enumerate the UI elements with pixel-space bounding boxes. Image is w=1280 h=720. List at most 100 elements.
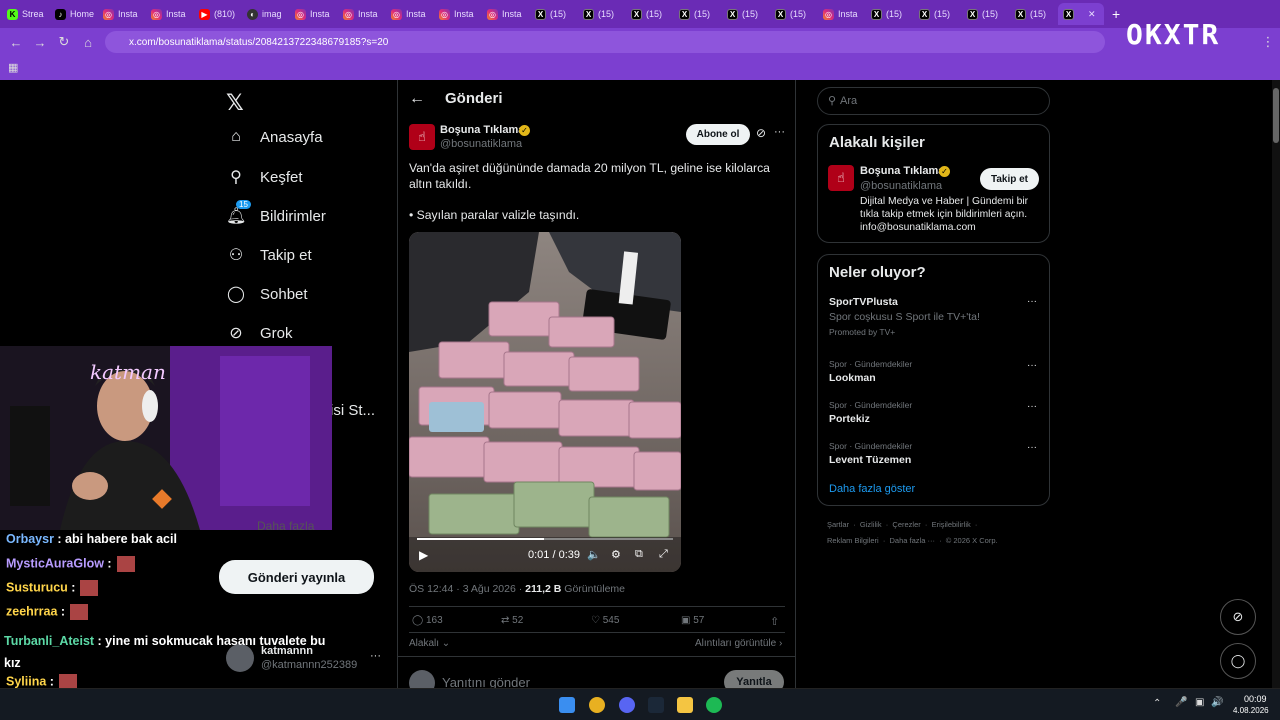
forward-icon[interactable]: → <box>28 30 52 54</box>
steam-icon[interactable] <box>648 697 664 713</box>
play-icon[interactable]: ▶ <box>419 548 428 562</box>
tab-3[interactable]: ◎ Insta <box>146 3 192 25</box>
post-more-icon[interactable]: ··· <box>774 126 785 138</box>
chat-username[interactable]: zeehrraa <box>6 604 57 618</box>
file-explorer-icon[interactable] <box>677 697 693 713</box>
sidebar-item-5[interactable]: ⊘ Grok <box>226 323 292 343</box>
trend-more-icon[interactable]: ··· <box>1027 296 1037 307</box>
sidebar-item-0[interactable]: ⌂ Anasayfa <box>226 128 322 146</box>
post-button[interactable]: Gönderi yayınla <box>219 560 374 594</box>
display-icon[interactable]: ▣ <box>1195 697 1204 708</box>
discord-icon[interactable] <box>619 697 635 713</box>
tab-5[interactable]: ◐ imag <box>242 3 288 25</box>
tab-10[interactable]: ◎ Insta <box>482 3 528 25</box>
like-action[interactable]: ♡ 545 <box>591 615 619 626</box>
menu-icon[interactable]: ⋮ <box>1256 30 1280 54</box>
trend-item[interactable]: Levent Tüzemen <box>829 454 911 466</box>
chrome-icon[interactable] <box>589 697 605 713</box>
tab-6[interactable]: ◎ Insta <box>290 3 336 25</box>
url-field[interactable]: x.com/bosunatiklama/status/2084213722348… <box>105 31 1105 53</box>
person-avatar[interactable]: ☝ <box>828 165 854 191</box>
author-name[interactable]: Boşuna Tıklama <box>440 124 524 136</box>
tab-4[interactable]: ▶ (810) <box>194 3 240 25</box>
volume-icon[interactable]: 🔈 <box>587 548 601 561</box>
grok-post-icon[interactable]: ⊘ <box>756 126 766 140</box>
account-more-icon[interactable]: ··· <box>370 650 381 662</box>
tab-14[interactable]: X (15) <box>674 3 720 25</box>
tab-16[interactable]: X (15) <box>770 3 816 25</box>
pip-icon[interactable]: ⧉ <box>635 548 643 561</box>
speaker-icon[interactable]: 🔊 <box>1211 697 1223 708</box>
tab-11[interactable]: X (15) <box>530 3 576 25</box>
tray-chevron-icon[interactable]: ⌃ <box>1153 698 1161 709</box>
tab-13[interactable]: X (15) <box>626 3 672 25</box>
clock-time[interactable]: 00:09 <box>1244 694 1267 704</box>
fullscreen-icon[interactable]: ⤢ <box>659 548 668 561</box>
author-handle[interactable]: @bosunatiklama <box>440 138 522 150</box>
messages-fab-icon[interactable]: ◯ <box>1220 643 1256 679</box>
sidebar-item-3[interactable]: ⚇ Takip et <box>226 245 312 265</box>
author-avatar[interactable]: ☝ <box>409 124 435 150</box>
search-input[interactable]: ⚲ Ara <box>817 87 1050 115</box>
tab-22[interactable]: X ✕ <box>1058 3 1104 25</box>
subscribe-button[interactable]: Abone ol <box>686 124 750 145</box>
view-quotes-link[interactable]: Alıntıları görüntüle › <box>695 638 782 649</box>
tab-1[interactable]: ♪ Home <box>50 3 96 25</box>
footer-links[interactable]: Şartlar · Gizlilik · Çerezler · Erişileb… <box>827 520 977 529</box>
share-icon[interactable]: ⇧ <box>770 615 779 628</box>
chat-username[interactable]: Syliina <box>6 674 46 688</box>
start-icon[interactable] <box>559 697 575 713</box>
tab-7[interactable]: ◎ Insta <box>338 3 384 25</box>
trend-item[interactable]: SporTVPlusta <box>829 296 898 308</box>
back-icon[interactable]: ← <box>4 30 28 54</box>
tab-2[interactable]: ◎ Insta <box>98 3 144 25</box>
tab-20[interactable]: X (15) <box>962 3 1008 25</box>
tab-19[interactable]: X (15) <box>914 3 960 25</box>
trend-item[interactable]: Portekiz <box>829 413 870 425</box>
bookmark-action[interactable]: ▣ 57 <box>681 615 704 626</box>
person-handle[interactable]: @bosunatiklama <box>860 180 942 192</box>
x-logo-icon[interactable]: 𝕏 <box>226 90 244 116</box>
tab-17[interactable]: ◎ Insta <box>818 3 864 25</box>
chat-username[interactable]: Orbaysr <box>6 532 54 546</box>
tab-12[interactable]: X (15) <box>578 3 624 25</box>
back-arrow-icon[interactable]: ← <box>409 90 425 108</box>
person-name[interactable]: Boşuna Tıklama <box>860 165 944 177</box>
apps-grid-icon[interactable]: ▦ <box>8 61 18 74</box>
tab-18[interactable]: X (15) <box>866 3 912 25</box>
spotify-icon[interactable] <box>706 697 722 713</box>
trend-more-icon[interactable]: ··· <box>1027 360 1037 371</box>
chat-username[interactable]: MysticAuraGlow <box>6 556 104 570</box>
sidebar-item-2[interactable]: 🔔︎ 15 Bildirimler <box>226 200 326 226</box>
new-tab-icon[interactable]: + <box>1112 6 1120 22</box>
post-timestamp[interactable]: ÖS 12:44 · 3 Ağu 2026 · <box>409 583 525 595</box>
scroll-thumb[interactable] <box>1273 88 1279 143</box>
trend-more-icon[interactable]: ··· <box>1027 442 1037 453</box>
post-video[interactable]: ▶ 0:01 / 0:39 🔈 ⚙ ⧉ ⤢ <box>409 232 681 572</box>
reload-icon[interactable]: ↻ <box>52 30 76 54</box>
reply-action[interactable]: ◯ 163 <box>412 615 443 626</box>
home-button-icon[interactable]: ⌂ <box>76 30 100 54</box>
trend-more-icon[interactable]: ··· <box>1027 401 1037 412</box>
sidebar-item-1[interactable]: ⚲ Keşfet <box>226 167 302 187</box>
chat-username[interactable]: Turbanli_Ateist <box>4 634 94 648</box>
tab-8[interactable]: ◎ Insta <box>386 3 432 25</box>
sidebar-item-4[interactable]: ◯ Sohbet <box>226 284 308 304</box>
close-tab-icon[interactable]: ✕ <box>1088 9 1096 20</box>
follow-button[interactable]: Takip et <box>980 168 1039 190</box>
relevant-sort[interactable]: Alakalı ⌄ <box>409 638 450 649</box>
settings-icon[interactable]: ⚙ <box>611 548 621 561</box>
chat-username[interactable]: Susturucu <box>6 580 68 594</box>
trend-item[interactable]: Lookman <box>829 372 876 384</box>
scrollbar[interactable] <box>1272 80 1280 688</box>
tab-0[interactable]: K Strea <box>2 3 48 25</box>
tab-9[interactable]: ◎ Insta <box>434 3 480 25</box>
grok-fab-icon[interactable]: ⊘ <box>1220 599 1256 635</box>
footer-links-2[interactable]: Reklam Bilgileri · Daha fazla ··· · © 20… <box>827 536 998 545</box>
tab-21[interactable]: X (15) <box>1010 3 1056 25</box>
repost-action[interactable]: ⇄ 52 <box>501 615 523 626</box>
show-more-link[interactable]: Daha fazla göster <box>829 483 915 495</box>
tab-15[interactable]: X (15) <box>722 3 768 25</box>
mic-icon[interactable]: 🎤 <box>1175 697 1187 708</box>
clock-date[interactable]: 4.08.2026 <box>1233 706 1269 715</box>
